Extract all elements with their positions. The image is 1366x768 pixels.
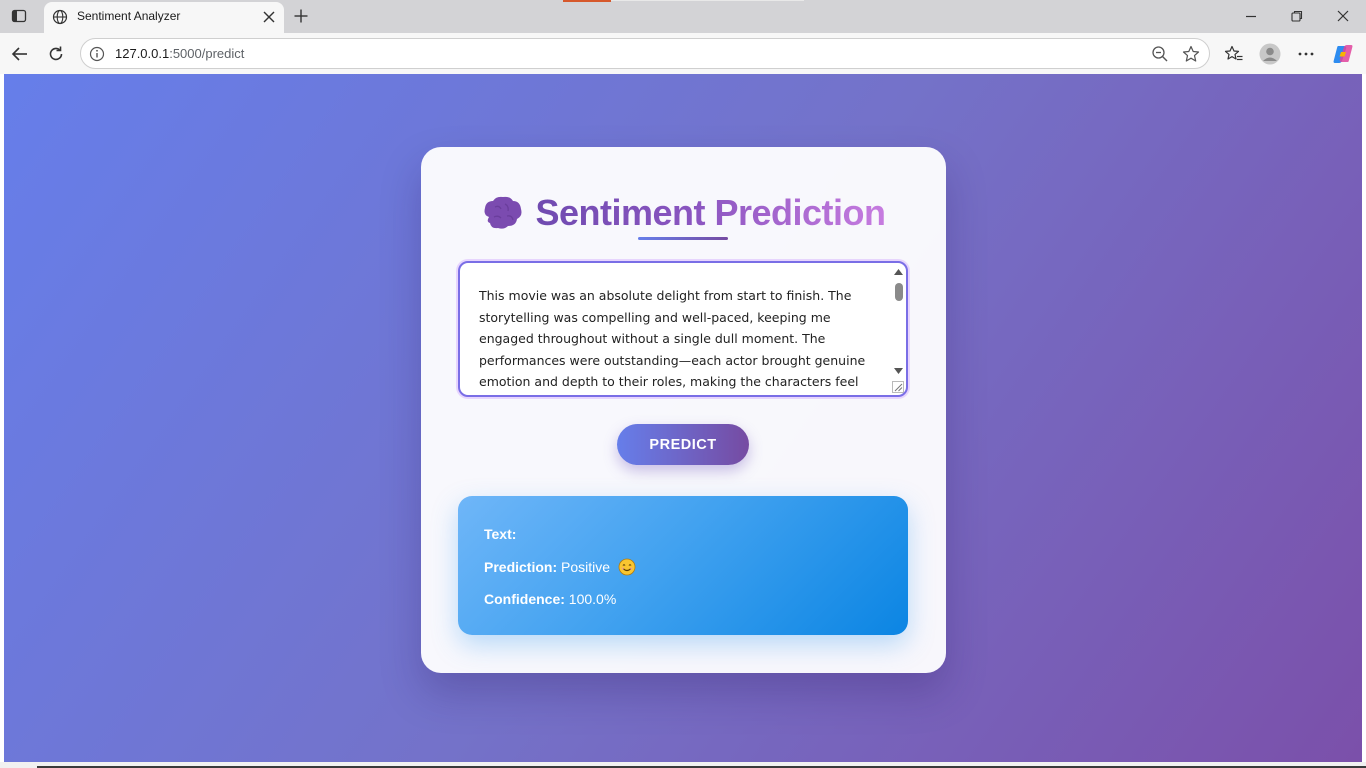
scroll-thumb[interactable] bbox=[895, 283, 903, 301]
plus-icon[interactable] bbox=[293, 8, 309, 24]
bottom-strip bbox=[0, 762, 1366, 768]
result-prediction-line: Prediction: Positive bbox=[484, 558, 636, 576]
page-background: Sentiment Prediction This movie was an a… bbox=[4, 74, 1362, 762]
url-path: :5000/predict bbox=[169, 46, 245, 61]
result-confidence-line: Confidence: 100.0% bbox=[484, 591, 616, 607]
reload-icon[interactable] bbox=[46, 44, 66, 64]
predict-button[interactable]: PREDICT bbox=[617, 424, 749, 465]
smiling-face-icon bbox=[618, 558, 636, 576]
globe-icon bbox=[52, 9, 68, 25]
prediction-card: Sentiment Prediction This movie was an a… bbox=[421, 147, 946, 673]
tab-title: Sentiment Analyzer bbox=[77, 9, 181, 23]
resize-grip-icon[interactable] bbox=[892, 381, 904, 393]
title-underline bbox=[638, 237, 728, 240]
browser-tab-bar: Sentiment Analyzer bbox=[0, 0, 1366, 33]
url-text: 127.0.0.1:5000/predict bbox=[115, 46, 244, 61]
restore-icon[interactable] bbox=[1289, 8, 1305, 24]
more-icon[interactable] bbox=[1296, 44, 1316, 64]
window-close-icon[interactable] bbox=[1335, 8, 1351, 24]
prediction-value: Positive bbox=[561, 559, 611, 575]
profile-icon[interactable] bbox=[1259, 43, 1281, 65]
page-title: Sentiment Prediction bbox=[535, 192, 886, 233]
review-text: This movie was an absolute delight from … bbox=[479, 288, 866, 389]
sidebar-toggle-icon[interactable] bbox=[11, 8, 27, 24]
address-bar[interactable]: 127.0.0.1:5000/predict bbox=[80, 38, 1210, 69]
star-icon[interactable] bbox=[1182, 45, 1200, 63]
minimize-icon[interactable] bbox=[1243, 8, 1259, 24]
browser-tab[interactable]: Sentiment Analyzer bbox=[44, 2, 284, 33]
textarea-scrollbar[interactable] bbox=[891, 265, 906, 393]
brain-icon bbox=[484, 196, 522, 229]
title-row: Sentiment Prediction bbox=[421, 191, 946, 235]
zoom-out-icon[interactable] bbox=[1151, 45, 1169, 63]
text-label: Text: bbox=[484, 526, 517, 542]
review-textarea[interactable]: This movie was an absolute delight from … bbox=[458, 261, 908, 397]
back-icon[interactable] bbox=[10, 44, 30, 64]
prediction-label: Prediction: bbox=[484, 559, 558, 575]
url-host: 127.0.0.1 bbox=[115, 46, 170, 61]
result-box: Text: Prediction: Positive Confidence: 1… bbox=[458, 496, 908, 635]
confidence-value: 100.0% bbox=[568, 591, 617, 607]
info-icon[interactable] bbox=[89, 46, 105, 62]
result-text-line: Text: bbox=[484, 526, 516, 542]
tab-strip-line bbox=[611, 0, 804, 1]
copilot-icon[interactable] bbox=[1332, 43, 1354, 65]
scroll-down-arrow-icon[interactable] bbox=[894, 368, 903, 374]
confidence-label: Confidence: bbox=[484, 591, 565, 607]
favorites-icon[interactable] bbox=[1224, 44, 1244, 64]
scroll-up-arrow-icon[interactable] bbox=[894, 269, 903, 275]
tab-strip-accent bbox=[563, 0, 611, 2]
browser-toolbar: 127.0.0.1:5000/predict bbox=[0, 33, 1366, 74]
close-icon[interactable] bbox=[262, 10, 276, 24]
